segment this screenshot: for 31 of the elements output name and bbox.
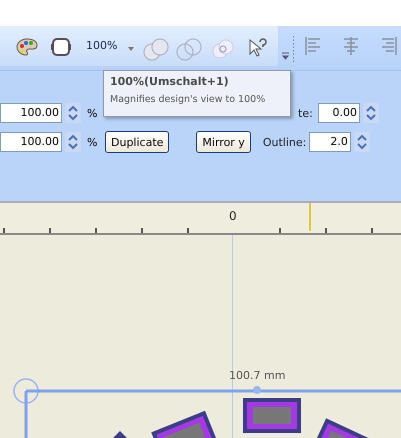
spinner-icon[interactable] [363,103,379,123]
align-center-icon[interactable] [343,37,359,55]
align-right-icon[interactable] [381,37,397,55]
height-field[interactable]: 100.00 [0,132,62,152]
tooltip-title: 100%(Umschalt+1) [110,75,230,88]
unit-label: % [87,106,98,120]
outline-field[interactable]: 2.0 [308,132,351,152]
unit-label: % [87,136,98,148]
circles-icon[interactable] [210,38,236,60]
circles-icon[interactable] [175,38,203,62]
mirror-y-button[interactable]: Mirror y [196,131,251,153]
tooltip-description: Magnifies design's view to 100% [110,94,266,105]
zoom-label[interactable]: 100% [86,39,118,52]
dimension-label: 100.7 mm [229,369,286,382]
spinner-icon[interactable] [354,132,370,152]
hoop-icon[interactable] [51,38,71,56]
help-cursor-icon[interactable] [248,38,268,58]
chevron-icon[interactable] [281,52,290,60]
outline-label: Outline: [262,136,308,148]
width-field[interactable]: 100.00 [0,103,62,123]
spinner-icon[interactable] [65,103,81,123]
ruler-label: 0 [229,209,237,223]
palette-icon[interactable] [16,38,38,56]
rotate-field[interactable]: 0.00 [318,103,360,123]
caret-icon[interactable] [128,47,134,51]
rotate-label: te: [298,106,314,120]
duplicate-button[interactable]: Duplicate [105,131,170,153]
grip-icon[interactable] [292,35,295,63]
align-left-icon[interactable] [305,37,321,55]
spinner-icon[interactable] [65,132,81,152]
circles-icon[interactable] [142,38,170,62]
